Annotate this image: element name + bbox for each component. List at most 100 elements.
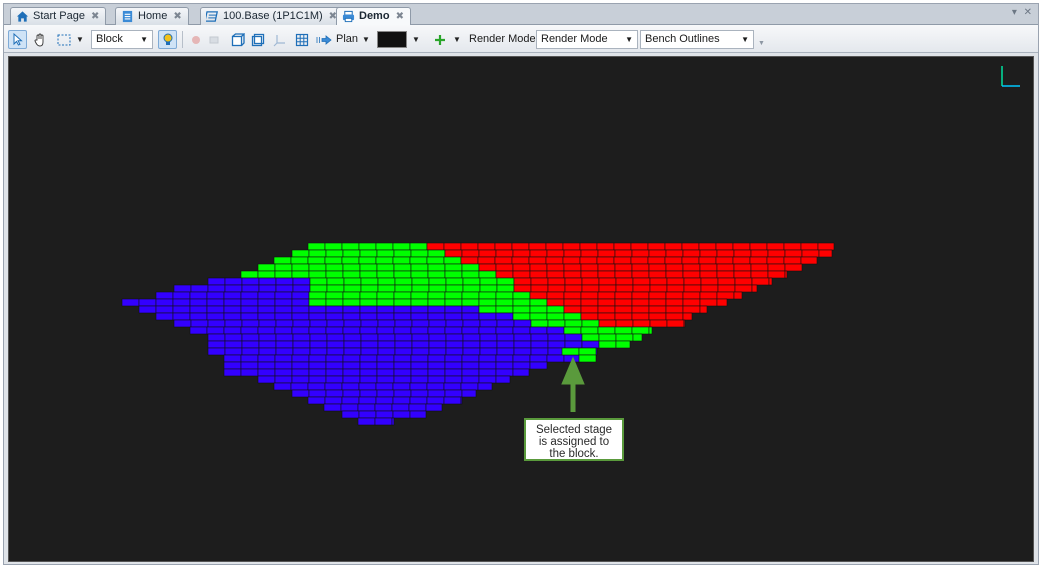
model-block[interactable] [121, 298, 140, 307]
model-block[interactable] [751, 284, 758, 293]
model-block[interactable] [342, 375, 361, 384]
model-block[interactable] [767, 263, 786, 272]
model-block[interactable] [275, 319, 294, 328]
model-block[interactable] [340, 403, 359, 412]
model-block[interactable] [307, 256, 326, 265]
model-block[interactable] [512, 312, 531, 321]
model-block[interactable] [682, 298, 701, 307]
model-block[interactable] [462, 340, 481, 349]
axis-button[interactable] [270, 30, 289, 49]
disabled-clear-button[interactable] [204, 30, 223, 49]
model-block[interactable] [391, 417, 395, 426]
model-block[interactable] [445, 340, 464, 349]
view-cube-front-button[interactable] [228, 30, 247, 49]
model-block[interactable] [325, 312, 344, 321]
model-block[interactable] [427, 298, 446, 307]
model-block[interactable] [477, 256, 496, 265]
model-block[interactable] [427, 305, 446, 314]
model-block[interactable] [598, 284, 617, 293]
model-block[interactable] [292, 319, 311, 328]
model-block[interactable] [580, 291, 599, 300]
model-block[interactable] [206, 312, 225, 321]
model-block[interactable] [410, 375, 429, 384]
model-block[interactable] [495, 291, 514, 300]
model-block[interactable] [376, 249, 395, 258]
model-block[interactable] [309, 340, 328, 349]
model-block[interactable] [308, 361, 327, 370]
model-block[interactable] [291, 368, 310, 377]
model-block[interactable] [377, 277, 396, 286]
model-block[interactable] [309, 347, 328, 356]
model-block[interactable] [495, 263, 514, 272]
model-block[interactable] [291, 354, 310, 363]
model-block[interactable] [597, 298, 616, 307]
model-block[interactable] [444, 361, 463, 370]
model-block[interactable] [241, 347, 260, 356]
model-block[interactable] [683, 319, 686, 328]
model-block[interactable] [563, 263, 582, 272]
model-block[interactable] [189, 298, 208, 307]
model-block[interactable] [496, 340, 515, 349]
model-block[interactable] [342, 305, 361, 314]
model-block[interactable] [325, 298, 344, 307]
model-block[interactable] [275, 277, 294, 286]
model-block[interactable] [564, 277, 583, 286]
model-block[interactable] [410, 263, 429, 272]
model-block[interactable] [409, 256, 428, 265]
model-block[interactable] [410, 249, 429, 258]
model-block[interactable] [342, 249, 361, 258]
model-block[interactable] [496, 319, 515, 328]
highlight-toggle-button[interactable] [158, 30, 177, 49]
model-block[interactable] [206, 326, 225, 335]
model-block[interactable] [427, 291, 446, 300]
model-block[interactable] [512, 263, 531, 272]
model-block[interactable] [189, 312, 208, 321]
model-block[interactable] [649, 277, 668, 286]
model-block[interactable] [513, 277, 532, 286]
model-block[interactable] [716, 291, 735, 300]
model-block[interactable] [580, 249, 599, 258]
model-block[interactable] [376, 368, 395, 377]
model-block[interactable] [224, 340, 243, 349]
model-block[interactable] [394, 340, 413, 349]
model-block[interactable] [411, 333, 430, 342]
model-block[interactable] [342, 326, 361, 335]
model-block[interactable] [443, 256, 462, 265]
model-block[interactable] [666, 277, 685, 286]
chevron-down-icon[interactable]: ▼ [453, 30, 461, 49]
model-block[interactable] [410, 291, 429, 300]
model-block[interactable] [444, 291, 463, 300]
model-block[interactable] [751, 277, 770, 286]
model-block[interactable] [478, 305, 497, 314]
model-block[interactable] [783, 256, 802, 265]
model-block[interactable] [428, 340, 447, 349]
model-block[interactable] [324, 242, 343, 251]
model-block[interactable] [715, 242, 734, 251]
model-block[interactable] [291, 263, 310, 272]
model-block[interactable] [308, 270, 327, 279]
model-block[interactable] [240, 305, 259, 314]
model-block[interactable] [309, 333, 328, 342]
model-block[interactable] [325, 389, 344, 398]
model-block[interactable] [578, 347, 597, 356]
model-block[interactable] [563, 249, 582, 258]
model-block[interactable] [461, 305, 480, 314]
model-block[interactable] [580, 326, 599, 335]
model-block[interactable] [529, 270, 548, 279]
model-block[interactable] [665, 249, 684, 258]
disabled-record-button[interactable] [186, 30, 205, 49]
model-block[interactable] [172, 298, 191, 307]
model-block[interactable] [258, 333, 277, 342]
model-block[interactable] [324, 396, 343, 405]
model-block[interactable] [411, 340, 430, 349]
model-block[interactable] [359, 375, 378, 384]
model-block[interactable] [700, 284, 719, 293]
model-block[interactable] [342, 312, 361, 321]
model-block[interactable] [326, 284, 345, 293]
model-block[interactable] [529, 249, 548, 258]
tab-start-page[interactable]: Start Page ✖ [10, 7, 107, 25]
model-block[interactable] [325, 305, 344, 314]
model-block[interactable] [546, 312, 565, 321]
model-block[interactable] [257, 270, 276, 279]
model-block[interactable] [682, 270, 701, 279]
